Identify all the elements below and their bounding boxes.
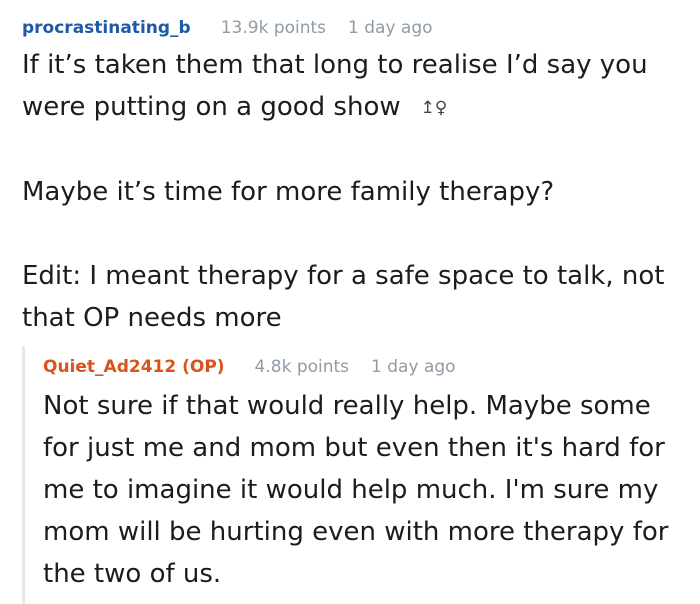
reply-comment: Quiet_Ad2412 (OP) 4.8k points 1 day ago …: [43, 357, 693, 595]
comment-paragraph-text: If it’s taken them that long to realise …: [22, 50, 648, 122]
comment-paragraph: If it’s taken them that long to realise …: [22, 44, 692, 129]
comment-timestamp[interactable]: 1 day ago: [348, 18, 433, 38]
comment-author-link[interactable]: Quiet_Ad2412 (OP): [43, 357, 225, 377]
comment-meta: procrastinating_b 13.9k points 1 day ago: [22, 18, 692, 38]
comment-paragraph: Edit: I meant therapy for a safe space t…: [22, 261, 665, 333]
comment-body: If it’s taken them that long to realise …: [22, 44, 692, 339]
comment-paragraph: Not sure if that would really help. Mayb…: [43, 391, 669, 589]
reply-thread-line[interactable]: [22, 346, 25, 604]
comment-author-link[interactable]: procrastinating_b: [22, 18, 191, 38]
comment-meta: Quiet_Ad2412 (OP) 4.8k points 1 day ago: [43, 357, 693, 377]
shrug-emoji-icon: ↥♀: [420, 98, 448, 118]
comment-points: 4.8k points: [254, 357, 350, 377]
comment-timestamp[interactable]: 1 day ago: [371, 357, 456, 377]
comment-body: Not sure if that would really help. Mayb…: [43, 385, 693, 595]
comment-paragraph: Maybe it’s time for more family therapy?: [22, 177, 555, 207]
comment: procrastinating_b 13.9k points 1 day ago…: [22, 18, 692, 339]
comment-points: 13.9k points: [220, 18, 327, 38]
